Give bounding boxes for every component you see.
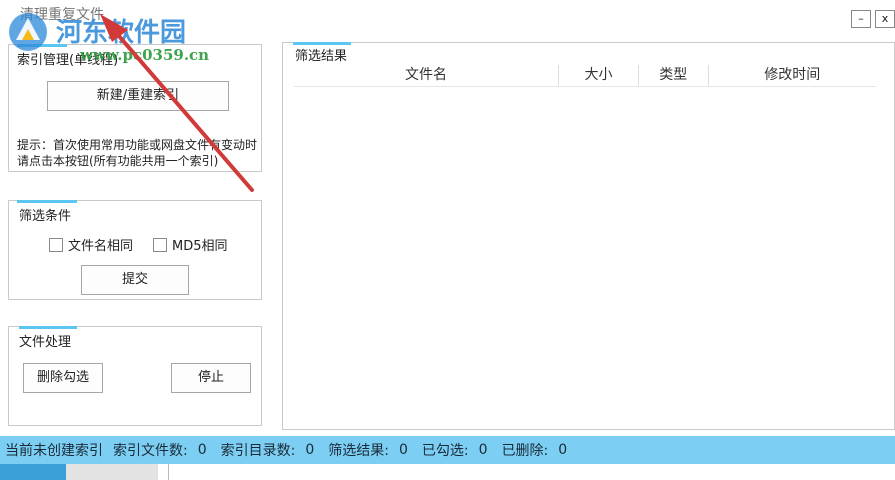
annotation-arrow-icon: [100, 14, 254, 192]
